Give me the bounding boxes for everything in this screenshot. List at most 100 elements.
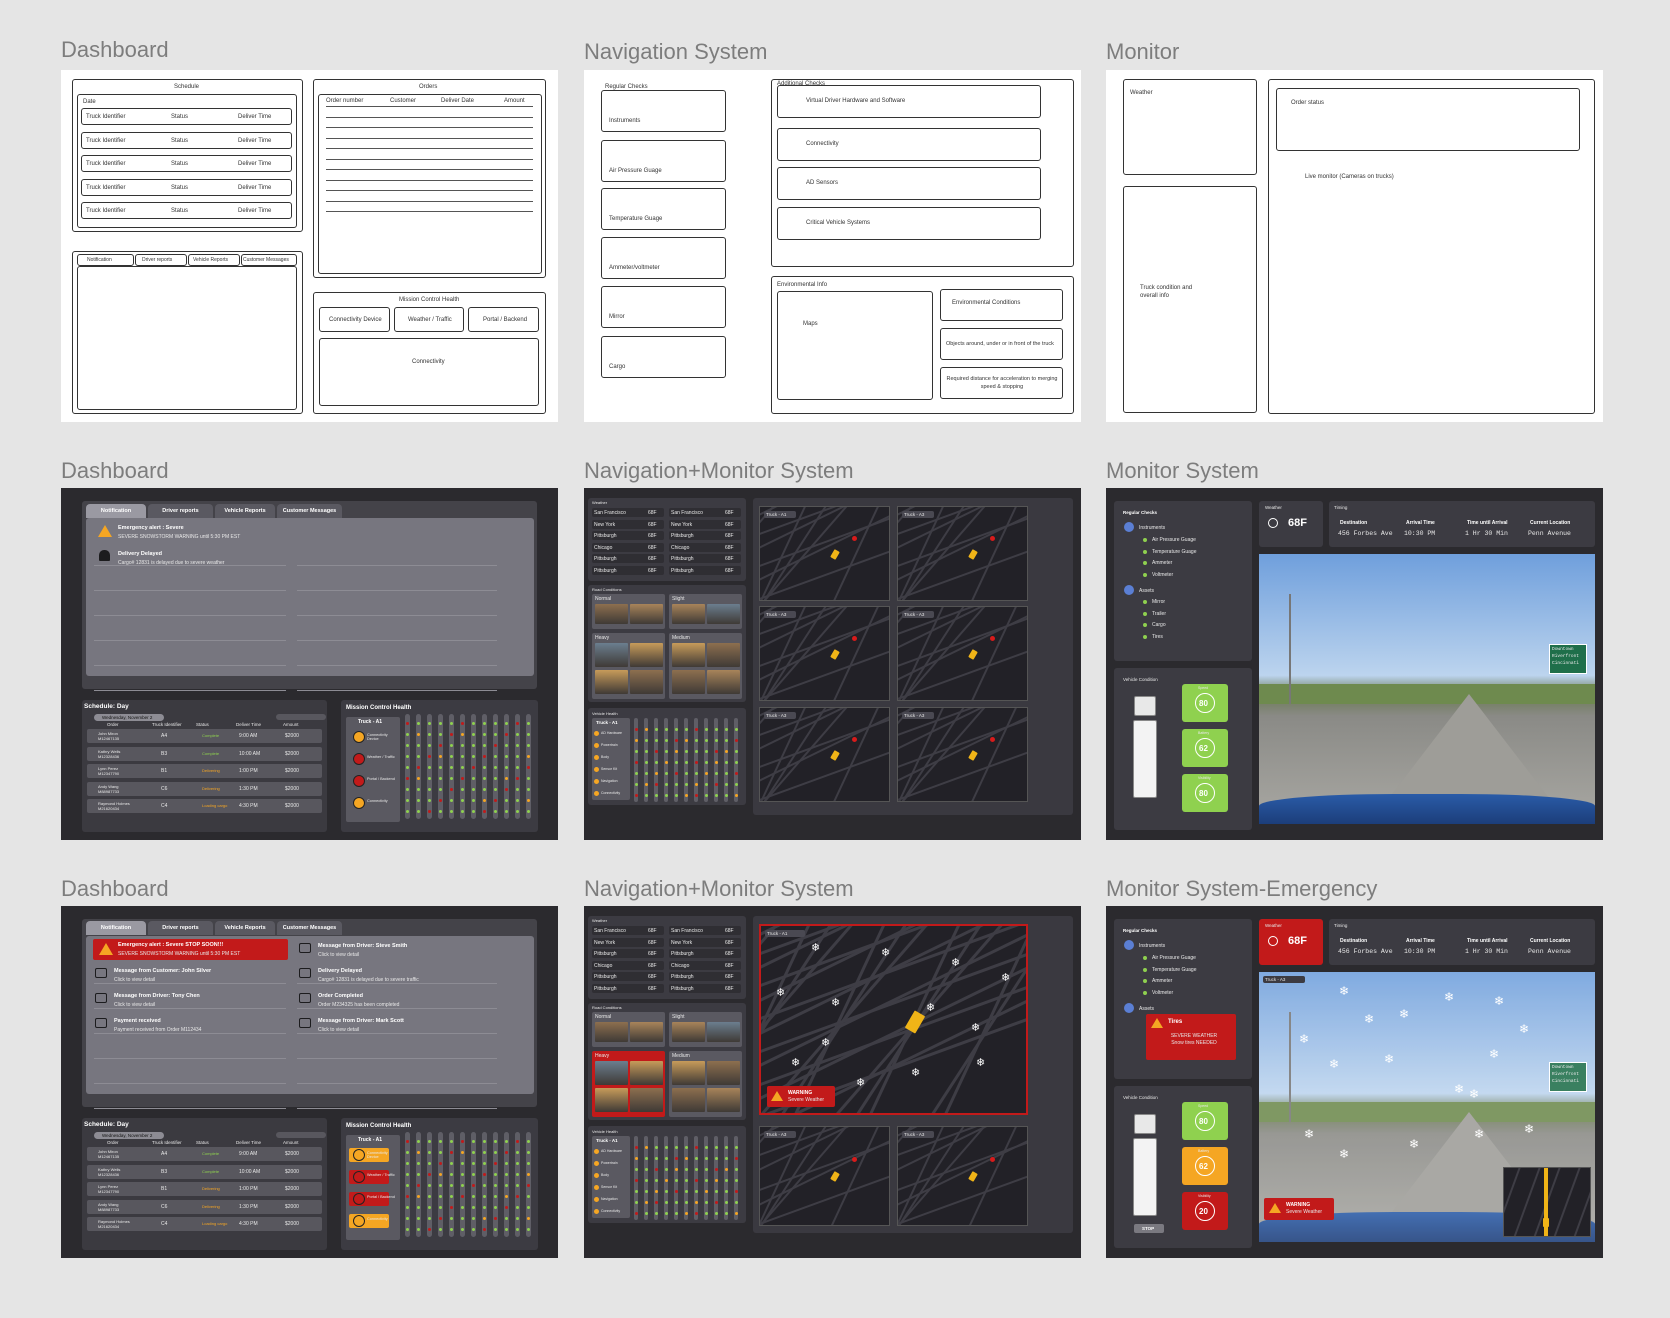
health-dot xyxy=(516,733,519,736)
mini-map[interactable] xyxy=(1503,1167,1591,1237)
vh-truck-label: Truck - A1 xyxy=(596,1138,618,1143)
warning-subtitle: Severe Weather xyxy=(1286,1209,1323,1215)
map-view[interactable]: Truck - A3 xyxy=(759,1126,890,1226)
snowflake-icon: ❄ xyxy=(1304,1127,1315,1141)
map-view[interactable]: Truck - A3 xyxy=(897,1126,1028,1226)
message-title[interactable]: Delivery Delayed xyxy=(318,968,362,974)
schedule-title[interactable]: Schedule: Day xyxy=(84,703,129,710)
truck-label[interactable]: Truck - A3 xyxy=(904,1132,924,1137)
city-temp: 68F xyxy=(648,510,657,516)
tab-3[interactable]: Customer Messages xyxy=(277,504,342,518)
message-title[interactable]: Message from Driver: Tony Chen xyxy=(114,993,200,999)
destination-pin xyxy=(989,535,995,541)
road-condition-label: Slight xyxy=(672,1014,685,1020)
truck-marker xyxy=(968,548,978,560)
health-dot xyxy=(406,1162,409,1165)
schedule-title[interactable]: Schedule: Day xyxy=(84,1121,129,1128)
wire-row-truck: Truck Identifier xyxy=(86,161,126,167)
health-dot xyxy=(527,1151,530,1154)
health-dot xyxy=(684,772,688,775)
health-dot xyxy=(694,794,698,797)
map-view[interactable]: Truck - A3 xyxy=(759,707,890,802)
health-dot xyxy=(483,1217,486,1220)
health-dot xyxy=(664,772,668,775)
map-view[interactable]: Truck - A3 xyxy=(897,506,1028,601)
health-dot xyxy=(694,1190,698,1193)
mch-item-label: Connectivity xyxy=(367,799,388,803)
mch-status-icon xyxy=(353,1149,365,1161)
health-dot xyxy=(694,783,698,786)
divider xyxy=(297,640,497,641)
row-time: 10:00 AM xyxy=(239,750,261,757)
truck-label[interactable]: Truck - A3 xyxy=(904,612,924,617)
row-id: M12467135 xyxy=(98,736,120,741)
tab-3[interactable]: Customer Messages xyxy=(277,921,342,935)
city-temp: 68F xyxy=(648,533,657,539)
search-input[interactable] xyxy=(276,714,326,720)
health-dot xyxy=(461,733,464,736)
status-dot xyxy=(1143,600,1147,604)
health-dot xyxy=(694,750,698,753)
city-temp: 68F xyxy=(648,556,657,562)
divider xyxy=(94,1083,286,1084)
vh-status-icon xyxy=(594,1209,599,1214)
row-truck: C4 xyxy=(161,803,168,809)
truck-label[interactable]: Truck - A3 xyxy=(766,612,786,617)
truck-label[interactable]: Truck - A3 xyxy=(766,1132,786,1137)
truck-label[interactable]: Truck - A3 xyxy=(1265,977,1285,982)
health-dot xyxy=(516,744,519,747)
health-dot xyxy=(724,1190,728,1193)
message-title[interactable]: Order Completed xyxy=(318,993,363,999)
health-dot xyxy=(505,799,508,802)
date-label: Wednesday, November 2 xyxy=(102,715,153,720)
road-photo xyxy=(595,1088,628,1112)
city-name: New York xyxy=(594,521,616,528)
tab-1[interactable]: Driver reports xyxy=(148,504,213,518)
message-title[interactable]: Message from Driver: Mark Scott xyxy=(318,1018,404,1024)
tab-2[interactable]: Vehicle Reports xyxy=(215,504,275,518)
health-dot xyxy=(684,728,688,731)
truck-label[interactable]: Truck - A3 xyxy=(904,713,924,718)
map-view[interactable]: Truck - A3 xyxy=(897,707,1028,802)
health-dot xyxy=(483,744,486,747)
health-dot xyxy=(714,1201,718,1204)
message-title[interactable]: Message from Driver: Steve Smith xyxy=(318,943,407,949)
health-dot xyxy=(428,1228,431,1231)
timing-title: Timing xyxy=(1334,923,1348,928)
vh-status-icon xyxy=(594,1185,599,1190)
tab-2[interactable]: Vehicle Reports xyxy=(215,921,275,935)
road-condition-label: Normal xyxy=(595,596,612,602)
truck-label[interactable]: Truck - A3 xyxy=(766,713,786,718)
road xyxy=(818,1127,888,1225)
timing-column: Arrival Time xyxy=(1406,520,1435,526)
truck-label[interactable]: Truck - A1 xyxy=(767,931,787,936)
live-camera-feed[interactable]: Downtown Riverfront Cincinnati ❄ ❄ ❄ ❄ ❄ ❄ ❄ ❄ ❄ ❄ ❄ ❄… xyxy=(1259,972,1595,1242)
map-view[interactable]: Truck - A3 xyxy=(759,606,890,701)
timing-value: 456 Forbes Ave xyxy=(1338,948,1393,955)
message-title[interactable]: Message from Customer: John Silver xyxy=(114,968,211,974)
map-view[interactable]: Truck - A3 xyxy=(897,606,1028,701)
status-dot xyxy=(1143,956,1147,960)
truck-label[interactable]: Truck - A3 xyxy=(904,512,924,517)
wire-col-amount: Amount xyxy=(504,98,525,104)
city-temp: 68F xyxy=(648,939,657,946)
wire-row-truck: Truck Identifier xyxy=(86,184,126,191)
health-dot xyxy=(674,1168,678,1171)
map-view[interactable]: Truck - A1 ❄ ❄ ❄ ❄ ❄ ❄ ❄ ❄ ❄ ❄ ❄ ❄ ❄ WARNING Severe Wea… xyxy=(759,924,1028,1115)
tab-0[interactable]: Notification xyxy=(86,921,146,935)
search-input[interactable] xyxy=(276,1132,326,1138)
column-header: Status xyxy=(196,722,209,727)
wire-regular-box xyxy=(601,188,726,230)
tab-0[interactable]: Notification xyxy=(86,504,146,518)
health-dot xyxy=(516,722,519,725)
health-dot xyxy=(654,728,658,731)
snowflake-icon: ❄ xyxy=(1524,1122,1535,1136)
health-dot xyxy=(494,1228,497,1231)
message-title[interactable]: Payment received xyxy=(114,1018,161,1024)
map-view[interactable]: Truck - A1 xyxy=(759,506,890,601)
health-dot xyxy=(634,728,638,731)
tab-1[interactable]: Driver reports xyxy=(148,921,213,935)
timing-value: 10:30 PM xyxy=(1404,948,1436,955)
truck-label[interactable]: Truck - A1 xyxy=(766,512,786,517)
live-camera-feed[interactable]: Downtown Riverfront Cincinnati xyxy=(1259,554,1595,824)
